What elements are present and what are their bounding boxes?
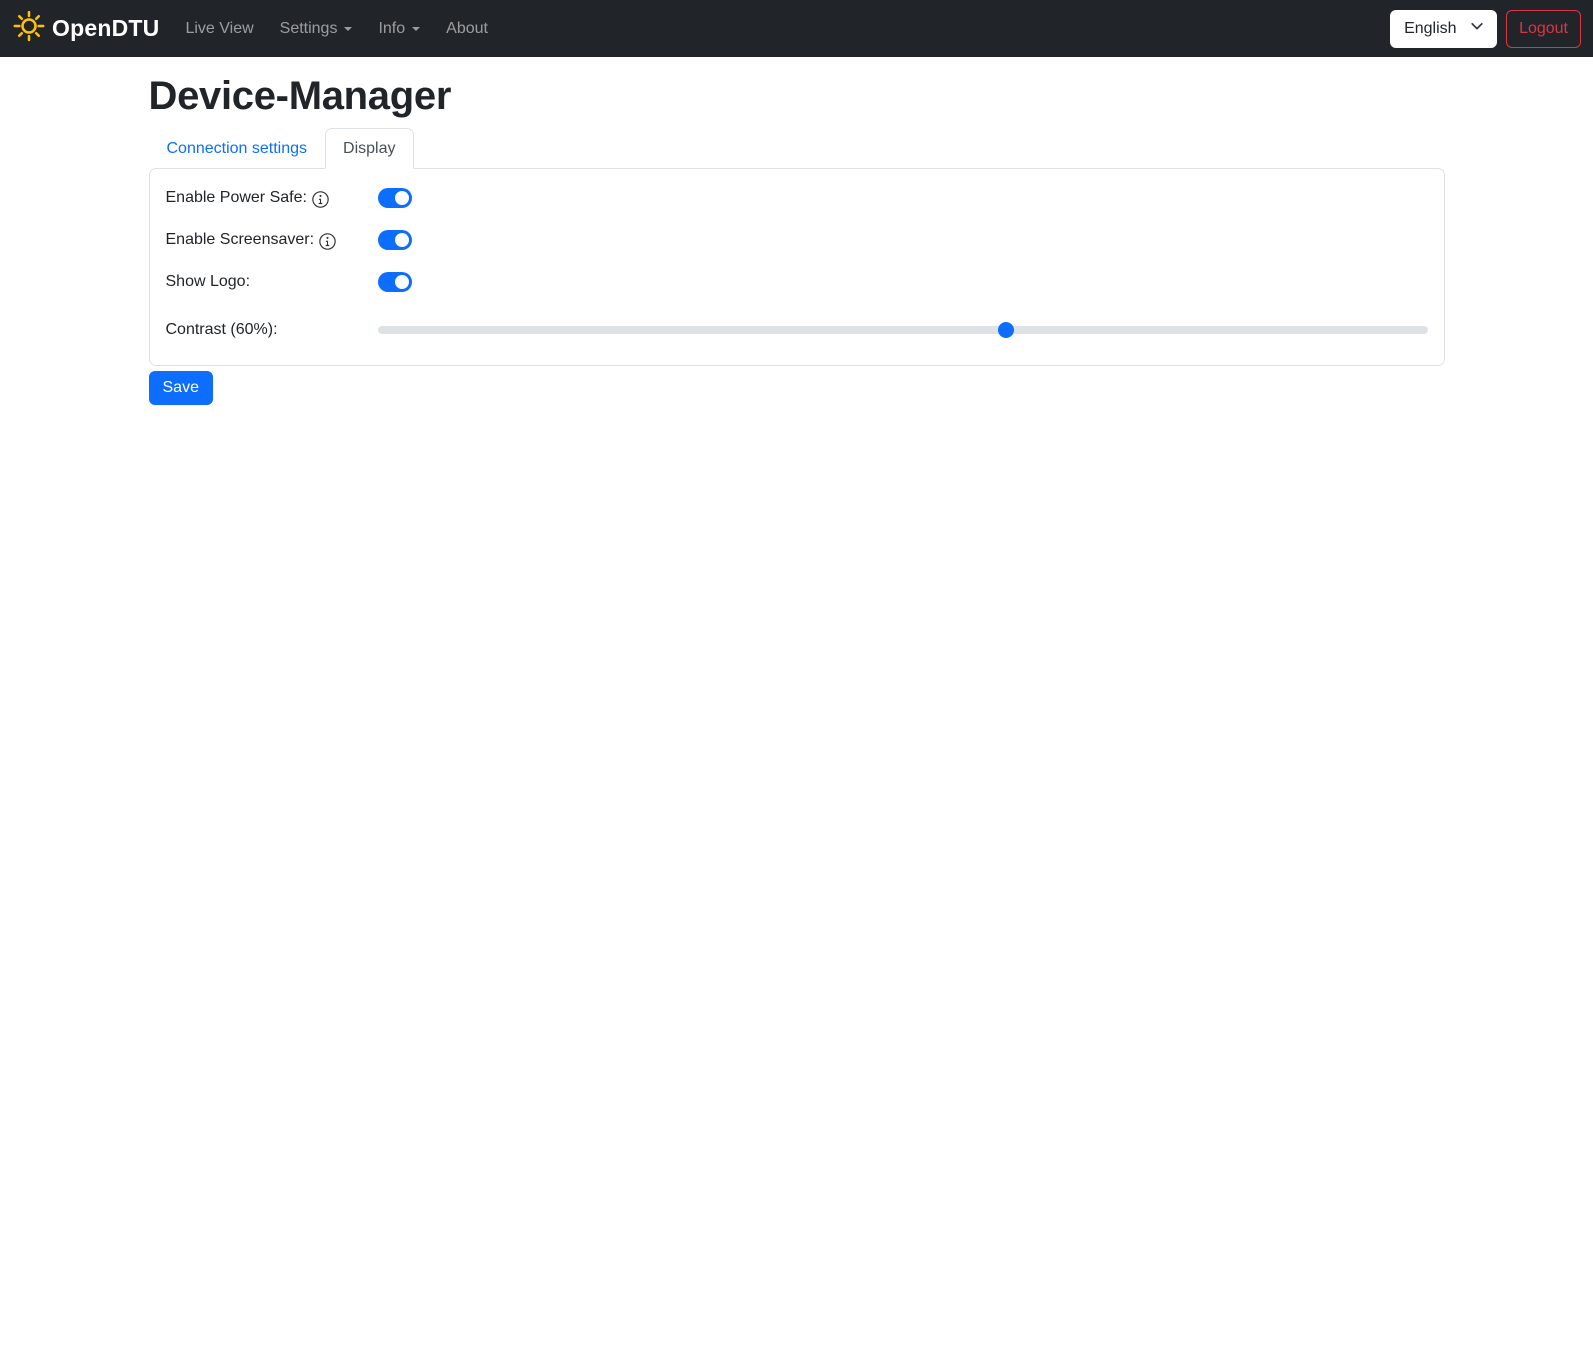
contrast-slider[interactable] [377, 318, 1428, 342]
caret-down-icon [412, 26, 421, 35]
info-circle-icon[interactable] [312, 190, 329, 208]
chevron-down-icon [1470, 19, 1484, 38]
top-navbar: OpenDTU Live View Settings Info About En… [0, 0, 1593, 57]
display-settings-form: Enable Power Safe: Enable Screensaver: S… [150, 169, 1444, 365]
brand[interactable]: OpenDTU [12, 9, 159, 48]
contrast-label: Contrast (60%): [165, 321, 278, 338]
tab-label[interactable]: Connection settings [149, 128, 326, 169]
nav-item-label: Settings [279, 19, 338, 37]
tab-connection-settings[interactable]: Connection settings [149, 128, 326, 169]
show-logo-toggle[interactable] [377, 272, 412, 292]
language-select[interactable]: English [1390, 9, 1498, 48]
power-safe-toggle[interactable] [377, 188, 412, 208]
power-safe-label: Enable Power Safe: [165, 189, 307, 206]
navbar-right: English Logout [1390, 9, 1581, 48]
form-row-contrast: Contrast (60%): [166, 311, 1428, 349]
nav-item-live-view[interactable]: Live View [175, 12, 263, 46]
form-label: Enable Power Safe: [165, 189, 378, 208]
nav-item-label: Live View [185, 19, 254, 37]
logout-button[interactable]: Logout [1506, 9, 1581, 48]
nav-item-settings[interactable]: Settings [270, 12, 363, 46]
form-row-power-safe: Enable Power Safe: [166, 185, 1428, 211]
page-title: Device-Manager [148, 74, 452, 118]
info-circle-icon[interactable] [319, 232, 336, 250]
nav-item-label: Info [378, 19, 406, 37]
form-row-screensaver: Enable Screensaver: [166, 227, 1428, 253]
form-row-show-logo: Show Logo: [166, 269, 1428, 295]
sun-logo-icon [12, 9, 46, 48]
tab-display[interactable]: Display [325, 128, 414, 169]
show-logo-label: Show Logo: [165, 273, 251, 290]
navbar-menu: Live View Settings Info About [175, 12, 1390, 46]
display-settings-card: Enable Power Safe: Enable Screensaver: S… [148, 168, 1445, 366]
language-select-value: English [1404, 19, 1457, 37]
caret-down-icon [344, 26, 353, 35]
tab-label[interactable]: Display [325, 128, 414, 169]
nav-item-label: About [446, 19, 488, 37]
screensaver-toggle[interactable] [377, 230, 412, 250]
nav-item-info[interactable]: Info [368, 12, 430, 46]
form-label: Contrast (60%): [166, 321, 378, 339]
screensaver-label: Enable Screensaver: [165, 231, 315, 248]
form-label: Enable Screensaver: [165, 231, 378, 250]
nav-item-about[interactable]: About [436, 12, 498, 46]
brand-title: OpenDTU [52, 15, 160, 41]
form-label: Show Logo: [166, 273, 378, 291]
main-container: Device-Manager Connection settings Displ… [137, 74, 1457, 405]
tab-bar: Connection settings Display [149, 128, 1445, 169]
save-button[interactable]: Save [148, 371, 213, 405]
